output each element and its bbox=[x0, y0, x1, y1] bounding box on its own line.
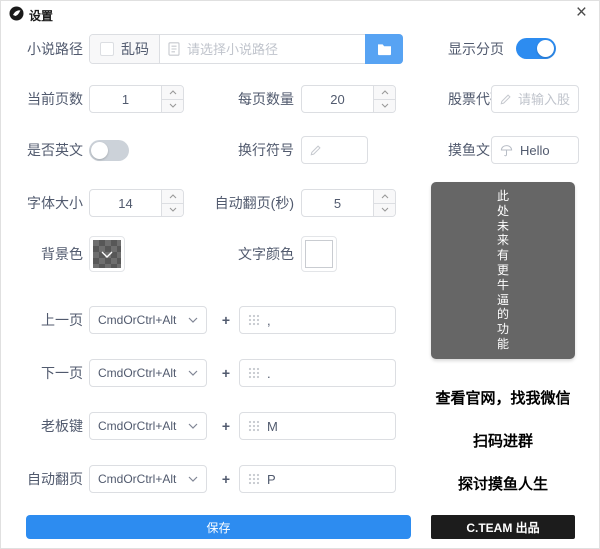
next-page-modifier-select[interactable]: CmdOrCtrl+Alt bbox=[89, 359, 207, 387]
keypad-icon bbox=[248, 473, 260, 485]
novel-path-label: 小说路径 bbox=[27, 41, 83, 57]
chevron-down-icon[interactable] bbox=[162, 202, 183, 216]
novel-path-group: 乱码 bbox=[89, 34, 403, 64]
spinner-handles bbox=[373, 86, 395, 112]
window-title: 设置 bbox=[29, 9, 54, 23]
team-credit-button[interactable]: C.TEAM 出品 bbox=[431, 515, 575, 539]
promo-line-scan: 扫码进群 bbox=[472, 433, 533, 450]
prev-page-key-input-wrap bbox=[239, 306, 396, 334]
settings-window: 设置 × 小说路径 乱码 显示分页 当前页数 每页数量 bbox=[0, 0, 600, 549]
future-features-text: 此处未来有更牛逼的功能 bbox=[496, 189, 509, 351]
font-size-value[interactable] bbox=[90, 190, 161, 216]
chevron-down-icon bbox=[188, 423, 198, 429]
auto-flip-seconds-label: 自动翻页(秒) bbox=[214, 195, 294, 211]
folder-icon bbox=[377, 43, 392, 56]
font-size-label: 字体大小 bbox=[27, 195, 83, 211]
page-size-value[interactable] bbox=[302, 86, 373, 112]
background-color-swatch bbox=[93, 240, 121, 268]
is-english-toggle[interactable] bbox=[89, 140, 129, 161]
auto-flip-spinner bbox=[301, 189, 396, 217]
auto-flip-shortcut-label: 自动翻页 bbox=[27, 471, 83, 487]
promo-line-life: 探讨摸鱼人生 bbox=[457, 476, 548, 493]
auto-flip-key-field[interactable] bbox=[267, 471, 387, 487]
garbled-checkbox-group[interactable]: 乱码 bbox=[90, 35, 160, 63]
plus-separator: + bbox=[221, 471, 231, 487]
spinner-handles bbox=[373, 190, 395, 216]
document-icon bbox=[168, 42, 180, 56]
auto-flip-value[interactable] bbox=[302, 190, 373, 216]
spinner-handles bbox=[161, 86, 183, 112]
font-size-spinner bbox=[89, 189, 184, 217]
chevron-up-icon[interactable] bbox=[162, 86, 183, 99]
keypad-icon bbox=[248, 367, 260, 379]
text-color-label: 文字颜色 bbox=[238, 246, 294, 262]
spinner-handles bbox=[161, 190, 183, 216]
garbled-label: 乱码 bbox=[121, 41, 149, 57]
garbled-checkbox[interactable] bbox=[100, 42, 114, 56]
plus-separator: + bbox=[221, 418, 231, 434]
modifier-value: CmdOrCtrl+Alt bbox=[98, 366, 177, 380]
chevron-up-icon[interactable] bbox=[374, 190, 395, 203]
boss-key-input-wrap bbox=[239, 412, 396, 440]
auto-flip-modifier-select[interactable]: CmdOrCtrl+Alt bbox=[89, 465, 207, 493]
show-pagination-toggle[interactable] bbox=[516, 38, 556, 59]
current-page-value[interactable] bbox=[90, 86, 161, 112]
edit-icon bbox=[310, 144, 321, 156]
current-page-label: 当前页数 bbox=[27, 91, 83, 107]
future-features-box: 此处未来有更牛逼的功能 bbox=[431, 182, 575, 359]
chevron-up-icon[interactable] bbox=[162, 190, 183, 203]
chevron-down-icon bbox=[188, 476, 198, 482]
close-icon[interactable]: × bbox=[576, 2, 587, 24]
plus-separator: + bbox=[221, 365, 231, 381]
auto-flip-key-input-wrap bbox=[239, 465, 396, 493]
current-page-spinner bbox=[89, 85, 184, 113]
umbrella-icon bbox=[500, 144, 513, 157]
promo-line-website: 查看官网，找我微信 bbox=[435, 390, 571, 407]
plus-separator: + bbox=[221, 312, 231, 328]
chevron-down-icon bbox=[188, 317, 198, 323]
page-size-label: 每页数量 bbox=[238, 91, 294, 107]
stock-code-input-wrap bbox=[491, 85, 579, 113]
novel-path-input[interactable] bbox=[187, 41, 358, 57]
prev-page-modifier-select[interactable]: CmdOrCtrl+Alt bbox=[89, 306, 207, 334]
background-color-label: 背景色 bbox=[41, 246, 83, 262]
moyu-text-input-wrap bbox=[491, 136, 579, 164]
modifier-value: CmdOrCtrl+Alt bbox=[98, 472, 177, 486]
novel-path-input-wrap bbox=[160, 35, 366, 63]
line-break-label: 换行符号 bbox=[238, 142, 294, 158]
chevron-down-icon[interactable] bbox=[374, 98, 395, 112]
toggle-knob bbox=[537, 40, 554, 57]
boss-key-modifier-select[interactable]: CmdOrCtrl+Alt bbox=[89, 412, 207, 440]
chevron-up-icon[interactable] bbox=[374, 86, 395, 99]
app-logo-icon bbox=[9, 6, 24, 21]
chevron-down-icon[interactable] bbox=[162, 98, 183, 112]
moyu-text-input[interactable] bbox=[520, 142, 570, 158]
edit-icon bbox=[500, 93, 511, 105]
title-bar: 设置 × bbox=[1, 1, 599, 27]
modifier-value: CmdOrCtrl+Alt bbox=[98, 313, 177, 327]
prev-page-label: 上一页 bbox=[41, 312, 83, 328]
save-button[interactable]: 保存 bbox=[26, 515, 411, 539]
prev-page-key-field[interactable] bbox=[267, 312, 387, 328]
modifier-value: CmdOrCtrl+Alt bbox=[98, 419, 177, 433]
next-page-label: 下一页 bbox=[41, 365, 83, 381]
line-break-input-wrap bbox=[301, 136, 368, 164]
chevron-down-icon[interactable] bbox=[374, 202, 395, 216]
boss-key-field[interactable] bbox=[267, 418, 387, 434]
background-color-picker[interactable] bbox=[89, 236, 125, 272]
keypad-icon bbox=[248, 420, 260, 432]
chevron-down-icon bbox=[188, 370, 198, 376]
line-break-input[interactable] bbox=[328, 142, 359, 158]
page-size-spinner bbox=[301, 85, 396, 113]
browse-folder-button[interactable] bbox=[365, 34, 403, 64]
boss-key-label: 老板键 bbox=[41, 418, 83, 434]
text-color-picker[interactable] bbox=[301, 236, 337, 272]
next-page-key-field[interactable] bbox=[267, 365, 387, 381]
is-english-label: 是否英文 bbox=[27, 142, 83, 158]
next-page-key-input-wrap bbox=[239, 359, 396, 387]
stock-code-input[interactable] bbox=[518, 91, 570, 107]
keypad-icon bbox=[248, 314, 260, 326]
text-color-swatch bbox=[305, 240, 333, 268]
toggle-knob bbox=[91, 142, 108, 159]
